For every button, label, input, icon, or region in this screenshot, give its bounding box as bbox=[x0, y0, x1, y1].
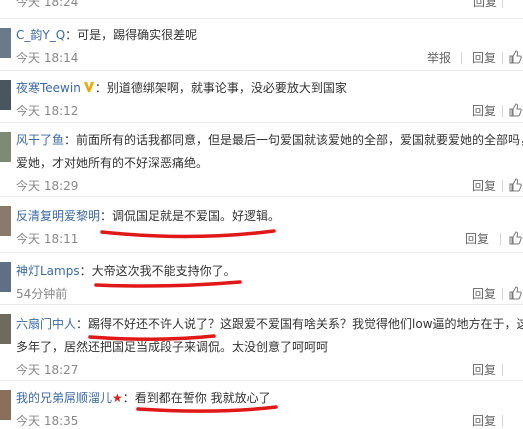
comment-username[interactable]: 我的兄弟屌顺溜儿 bbox=[16, 391, 112, 405]
divider bbox=[502, 0, 503, 8]
comment-text: ：大帝这次我不能支持你了。 bbox=[79, 264, 236, 278]
divider bbox=[502, 180, 503, 192]
avatar[interactable] bbox=[0, 390, 11, 420]
reply-button[interactable]: 回复 bbox=[472, 50, 496, 66]
reply-button[interactable]: 回复 bbox=[472, 103, 496, 119]
comment-time: 今天 18:11 bbox=[16, 232, 79, 246]
comment-item-2: 夜寒Teewin ：别道德绑架啊，就事论事，没必要放大到国家 今天 18:12 回… bbox=[0, 70, 523, 123]
red-underline-annotation bbox=[100, 229, 276, 239]
divider bbox=[461, 52, 462, 64]
comment-username[interactable]: 夜寒Teewin bbox=[16, 81, 81, 95]
comment-time: 今天 18:24 bbox=[16, 0, 79, 9]
comment-username[interactable]: 六扇门中人 bbox=[16, 317, 76, 331]
reply-button[interactable]: 回复 bbox=[472, 362, 496, 378]
comment-item-7: 我的兄弟屌顺溜儿★：看到都在誓你 我就放心了 今天 18:35 回复 bbox=[0, 380, 523, 428]
comment-time: 今天 18:35 bbox=[16, 414, 79, 428]
red-underline-annotation bbox=[136, 405, 278, 413]
vip-v-icon bbox=[83, 82, 94, 92]
avatar[interactable] bbox=[0, 262, 11, 292]
reply-button[interactable]: 回复 bbox=[472, 178, 496, 194]
divider bbox=[502, 52, 503, 64]
comment-time: 54分钟前 bbox=[16, 287, 68, 301]
divider bbox=[502, 415, 503, 427]
thumbs-up-icon[interactable] bbox=[508, 50, 522, 64]
avatar[interactable] bbox=[0, 132, 11, 162]
divider bbox=[502, 105, 503, 117]
red-star-icon: ★ bbox=[112, 391, 123, 405]
comment-time: 今天 18:12 bbox=[16, 104, 79, 118]
avatar[interactable] bbox=[0, 80, 11, 110]
divider bbox=[502, 288, 503, 300]
comment-text-cont: 多年了，居然还把国足当成段子来调侃。太没创意了呵呵呵 bbox=[16, 340, 329, 354]
comment-item-4: 反清复明爱黎明：调侃国足就是不爱国。好逻辑。 今天 18:11 回复 bbox=[0, 196, 523, 253]
comment-text: ：别道德绑架啊，就事论事，没必要放大到国家 bbox=[94, 81, 347, 95]
comment-item-6: 六扇门中人：踢得不好还不许人说了？这跟爱不爱国有啥关系？我觉得他们low逼的地方… bbox=[0, 304, 523, 381]
reply-button[interactable]: 回复 bbox=[465, 231, 489, 247]
thumbs-up-icon[interactable] bbox=[508, 103, 522, 117]
comment-item-1: C_韵Y_Q：可是，踢得确实很差呢 今天 18:14 举报 回复 bbox=[0, 18, 523, 71]
comment-text: ：可是，踢得确实很差呢 bbox=[65, 28, 198, 42]
comment-text: ：踢得不好还不许人说了？这跟爱不爱国有啥关系？我觉得他们low逼的地方在于，这 bbox=[76, 317, 523, 331]
comment-username[interactable]: 反清复明爱黎明 bbox=[16, 209, 100, 223]
avatar[interactable] bbox=[0, 314, 11, 344]
red-underline-annotation bbox=[94, 280, 242, 288]
comment-text: ：调侃国足就是不爱国。好逻辑。 bbox=[100, 209, 281, 223]
comment-text-cont: 爱她，才对她所有的不好深恶痛绝。 bbox=[16, 156, 209, 170]
comment-time: 今天 18:29 bbox=[16, 179, 79, 193]
thumbs-up-icon[interactable] bbox=[508, 231, 522, 245]
comment-item-0: 今天 18:24 回复 bbox=[0, 0, 523, 19]
comment-text: ：前面所有的话我都同意，但是最后一句爱国就该爱她的全部，爱国就要爱她的全部吗， bbox=[64, 133, 523, 147]
avatar[interactable] bbox=[0, 28, 11, 58]
divider bbox=[500, 233, 501, 245]
reply-button[interactable]: 回复 bbox=[472, 413, 496, 429]
comment-username[interactable]: C_韵Y_Q bbox=[16, 28, 65, 42]
comment-time: 今天 18:27 bbox=[16, 363, 79, 377]
reply-button[interactable]: 回复 bbox=[473, 0, 497, 10]
comment-username[interactable]: 神灯Lamps bbox=[16, 264, 80, 278]
reply-button[interactable]: 回复 bbox=[472, 286, 496, 302]
thumbs-up-icon[interactable] bbox=[508, 286, 522, 300]
comment-username[interactable]: 风干了鱼 bbox=[16, 133, 64, 147]
comment-item-3: 风干了鱼：前面所有的话我都同意，但是最后一句爱国就该爱她的全部，爱国就要爱她的全… bbox=[0, 122, 523, 197]
comment-time: 今天 18:14 bbox=[16, 51, 79, 65]
avatar[interactable] bbox=[0, 206, 11, 236]
thumbs-up-icon[interactable] bbox=[508, 178, 522, 192]
report-button[interactable]: 举报 bbox=[427, 50, 451, 66]
divider bbox=[502, 364, 503, 376]
comment-item-5: 神灯Lamps：大帝这次我不能支持你了。 54分钟前 回复 bbox=[0, 252, 523, 305]
